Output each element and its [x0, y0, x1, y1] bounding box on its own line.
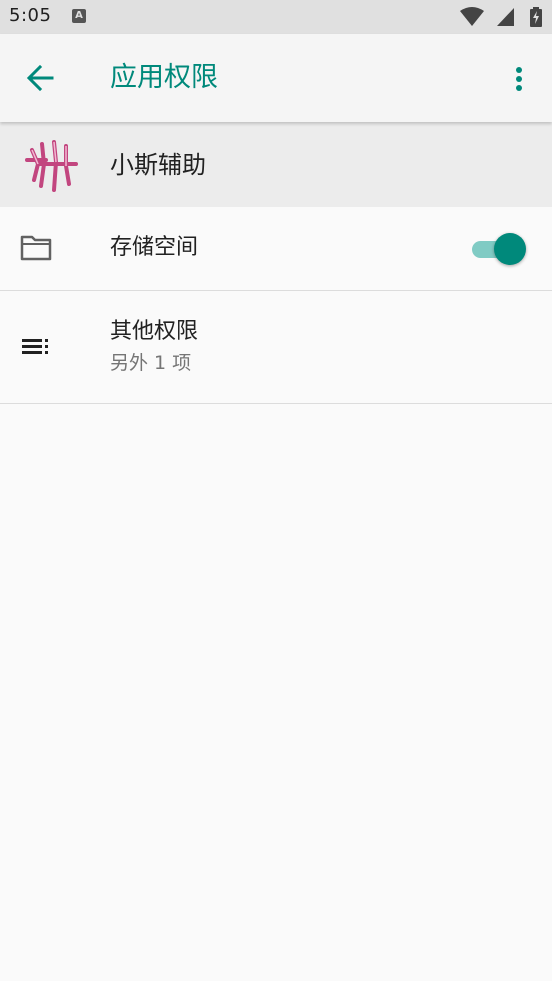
wifi-icon	[460, 7, 484, 26]
battery-charging-icon	[530, 7, 542, 27]
permission-subtitle: 另外 1 项	[110, 352, 192, 374]
more-vert-icon-dot-1	[516, 67, 522, 73]
permission-row-other[interactable]: 其他权限 另外 1 项	[0, 291, 552, 404]
permission-title: 其他权限	[110, 319, 199, 344]
more-options-button[interactable]	[500, 58, 536, 98]
a-letter-icon: A	[72, 9, 86, 23]
app-name: 小斯辅助	[110, 151, 206, 179]
cell-signal-icon	[497, 8, 514, 26]
more-vert-icon-dot-2	[516, 76, 522, 82]
more-vert-icon-dot-3	[516, 85, 522, 91]
toggle-thumb	[494, 233, 526, 265]
status-time: 5:05	[9, 5, 52, 26]
arrow-back-icon	[26, 64, 54, 92]
back-button[interactable]	[18, 56, 62, 100]
app-permissions-screen: 5:05 A 应用权限 小斯辅助 存储空间 其他权限 另外 1 项	[0, 0, 552, 981]
app-header: 小斯辅助	[0, 122, 552, 207]
app-bar: 应用权限	[0, 34, 552, 122]
status-bar: 5:05 A	[0, 0, 552, 34]
permission-title: 存储空间	[110, 235, 199, 260]
list-icon	[22, 339, 48, 354]
app-logo-icon	[25, 140, 78, 192]
page-title: 应用权限	[110, 62, 218, 93]
permission-row-storage[interactable]: 存储空间	[0, 207, 552, 291]
storage-permission-toggle[interactable]	[470, 233, 526, 265]
folder-icon	[20, 235, 52, 261]
